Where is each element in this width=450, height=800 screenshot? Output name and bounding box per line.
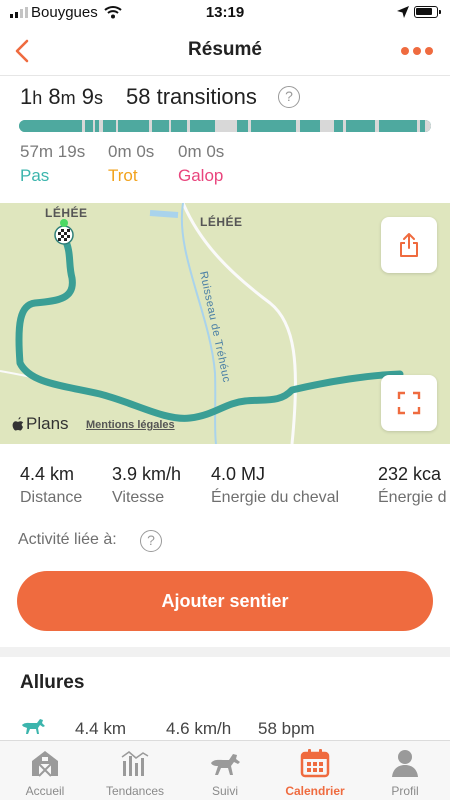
tab-calendar[interactable]: Calendrier (270, 741, 360, 800)
duration-seconds: 9 (81, 84, 95, 109)
battery-icon (414, 6, 441, 18)
stat-label: Énergie du cheval (211, 489, 340, 506)
allure-distance: 4.4 km (75, 719, 127, 738)
summary-screen: Bouygues 13:19 Résumé 1h 8m 9s 58 transi… (0, 0, 450, 800)
stat-value: 232 kca (378, 464, 442, 484)
gait-timeline-bar (19, 120, 431, 132)
stat-horse-energy: 4.0 MJ Énergie du cheval (211, 464, 339, 507)
stat-value: 3.9 km/h (112, 464, 182, 484)
apple-logo-icon (12, 417, 24, 431)
status-bar: Bouygues 13:19 (0, 0, 450, 26)
chart-bars-icon (121, 751, 149, 776)
gait-trot: 0m 0s Trot (108, 142, 154, 186)
tab-profile[interactable]: Profil (360, 741, 450, 800)
map-place-label: LÉHÉE (200, 215, 243, 229)
page-title: Résumé (188, 39, 262, 60)
allure-speed: 4.6 km/h (166, 719, 232, 738)
stat-label: Énergie d (378, 489, 447, 506)
share-button[interactable] (381, 217, 437, 273)
calendar-icon (300, 749, 330, 778)
transitions-count: 58 transitions (126, 84, 257, 109)
tab-label: Tendances (105, 784, 165, 798)
allure-row-walk[interactable]: 4.4 km 4.6 km/h 58 bpm (0, 717, 450, 741)
total-duration: 1h 8m 9s (20, 84, 104, 109)
horse-icon (211, 754, 240, 775)
more-dots-icon[interactable] (400, 46, 434, 56)
duration-minutes: 8 (48, 84, 61, 109)
barn-icon (32, 751, 58, 777)
tab-trends[interactable]: Tendances (90, 741, 180, 800)
gait-walk-time: 57m 19s (20, 142, 86, 161)
gait-canter: 0m 0s Galop (178, 142, 224, 186)
stat-label: Vitesse (112, 489, 165, 506)
gait-canter-time: 0m 0s (178, 142, 225, 161)
tab-label: Profil (391, 784, 419, 798)
duration-hours: 1 (20, 84, 33, 109)
maps-logo-text: Plans (26, 414, 69, 433)
fullscreen-button[interactable] (381, 375, 437, 431)
help-icon[interactable]: ? (140, 530, 162, 552)
gait-canter-label: Galop (178, 166, 224, 185)
map-place-label: LÉHÉE (45, 206, 88, 220)
allure-heart-rate: 58 bpm (258, 719, 315, 738)
allures-title: Allures (20, 672, 85, 693)
route-map[interactable]: LÉHÉE LÉHÉE Ruisseau de Tréhéuc Plans Me… (0, 203, 450, 444)
gait-walk-label: Pas (20, 166, 50, 185)
tab-bar: Accueil Tendances Suivi Calendrier Profi… (0, 740, 450, 800)
apple-maps-logo: Plans (12, 414, 69, 434)
stat-value: 4.0 MJ (211, 464, 266, 484)
linked-activity-label: Activité liée à: (18, 531, 117, 548)
gait-trot-time: 0m 0s (108, 142, 155, 161)
stat-label: Distance (20, 489, 83, 506)
section-divider (0, 647, 450, 657)
tab-home[interactable]: Accueil (0, 741, 90, 800)
person-icon (392, 750, 418, 777)
stat-speed: 3.9 km/h Vitesse (112, 464, 181, 507)
help-icon[interactable]: ? (278, 86, 300, 108)
horse-walk-icon (22, 719, 45, 734)
add-trail-button[interactable]: Ajouter sentier (17, 571, 433, 631)
tab-label: Suivi (211, 784, 238, 798)
nav-bar: Résumé (0, 26, 450, 76)
tab-tracking[interactable]: Suivi (180, 741, 270, 800)
clock: 13:19 (205, 4, 245, 21)
stat-value: 4.4 km (20, 464, 75, 484)
gait-trot-label: Trot (108, 166, 138, 185)
stats-row: 4.4 km Distance 3.9 km/h Vitesse 4.0 MJ … (0, 464, 450, 514)
tab-label: Calendrier (285, 784, 345, 798)
tab-label: Accueil (25, 784, 65, 798)
location-arrow-icon (397, 6, 409, 18)
stat-rider-energy: 232 kca Énergie d (378, 464, 447, 507)
gait-walk: 57m 19s Pas (20, 142, 85, 186)
expand-icon (397, 391, 421, 415)
stat-distance: 4.4 km Distance (20, 464, 82, 507)
legal-link[interactable]: Mentions légales (86, 419, 175, 431)
share-icon (400, 233, 418, 257)
